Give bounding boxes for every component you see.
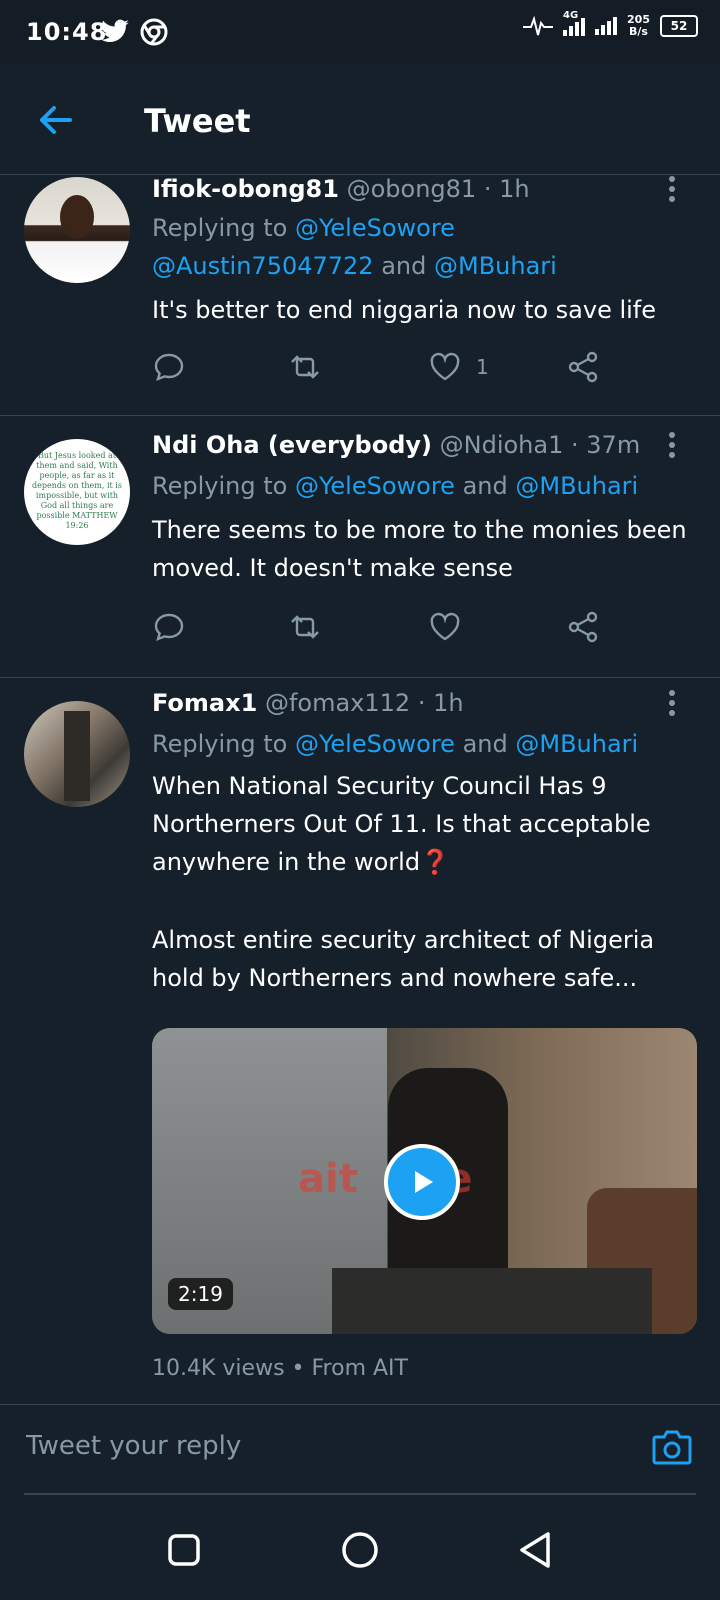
replying-to: Replying to @YeleSowore @Austin75047722 …: [152, 214, 557, 280]
author-name[interactable]: Fomax1: [152, 689, 257, 717]
mention-link[interactable]: @MBuhari: [515, 730, 638, 758]
reply-button[interactable]: [152, 347, 186, 387]
chrome-icon: [140, 18, 168, 46]
signal-icon: 4G: [563, 10, 586, 36]
activity-icon: [523, 15, 554, 36]
share-icon: [568, 611, 598, 643]
author-handle: @obong81: [346, 175, 477, 203]
tweet-text: It's better to end niggaria now to save …: [152, 296, 657, 324]
status-bar: 10:48 4G 205 B/s 52: [0, 0, 720, 64]
avatar[interactable]: [24, 701, 130, 807]
retweet-icon: [291, 615, 319, 639]
battery-icon: 52: [660, 15, 698, 37]
tweet-actions: [152, 607, 622, 647]
like-count: 1: [476, 355, 489, 379]
reply-bar: [0, 1404, 720, 1497]
mention-link[interactable]: @YeleSowore: [295, 472, 455, 500]
comment-icon: [154, 613, 184, 641]
video-views: 10.4K views • From AIT: [152, 1356, 408, 1381]
tweet-time: 1h: [433, 689, 464, 717]
top-bar: Tweet: [0, 64, 720, 175]
retweet-button[interactable]: [288, 347, 322, 387]
heart-icon: [430, 352, 460, 381]
tweet-text-2: Almost entire security architect of Nige…: [152, 926, 655, 992]
author-name[interactable]: Ndi Oha (everybody): [152, 431, 432, 459]
mention-link[interactable]: @YeleSowore: [295, 730, 455, 758]
heart-icon: [430, 612, 460, 641]
author-name[interactable]: Ifiok-obong81: [152, 175, 339, 203]
signal-icon-2: [595, 17, 618, 35]
author-handle: @fomax112: [264, 689, 411, 717]
author-handle: @Ndioha1: [439, 431, 564, 459]
retweet-button[interactable]: [288, 607, 322, 647]
video-player[interactable]: aitlive 2:19: [152, 1028, 697, 1334]
recents-square-icon[interactable]: [160, 1526, 208, 1574]
mention-link[interactable]: @Austin75047722: [152, 252, 374, 280]
mention-link[interactable]: @MBuhari: [515, 472, 638, 500]
status-time: 10:48: [26, 18, 108, 46]
mention-link[interactable]: @YeleSowore: [295, 214, 455, 242]
tweet-time: 1h: [499, 175, 530, 203]
net-speed: 205 B/s: [627, 13, 650, 38]
play-button[interactable]: [384, 1144, 460, 1220]
tweet-text: There seems to be more to the monies bee…: [152, 516, 687, 582]
video-duration: 2:19: [168, 1278, 233, 1310]
more-options-icon[interactable]: [662, 689, 682, 719]
like-button[interactable]: [428, 607, 476, 647]
comment-icon: [154, 353, 184, 381]
camera-icon[interactable]: [650, 1425, 694, 1469]
share-button[interactable]: [566, 347, 600, 387]
twitter-icon: [101, 19, 129, 42]
replying-to: Replying to @YeleSowore and @MBuhari: [152, 730, 639, 758]
tweet-time: 37m: [586, 431, 641, 459]
video-source: From AIT: [311, 1356, 408, 1381]
more-options-icon[interactable]: [662, 175, 682, 205]
avatar[interactable]: But Jesus looked at them and said, With …: [24, 439, 130, 545]
page-title: Tweet: [144, 102, 251, 140]
reply-button[interactable]: [152, 607, 186, 647]
share-icon: [568, 351, 598, 383]
avatar-quote-text: But Jesus looked at them and said, With …: [32, 451, 122, 530]
back-arrow-icon[interactable]: [36, 100, 76, 140]
tweet[interactable]: Ifiok-obong81 @obong81 · 1h Replying to …: [0, 175, 720, 416]
play-icon: [415, 1171, 433, 1193]
reply-input[interactable]: [24, 1417, 628, 1475]
replying-to: Replying to @YeleSowore and @MBuhari: [152, 472, 639, 500]
tweet-text: When National Security Council Has 9 Nor…: [152, 772, 651, 876]
home-circle-icon[interactable]: [336, 1526, 384, 1574]
tweet-actions: 1: [152, 347, 622, 387]
back-triangle-icon[interactable]: [512, 1526, 560, 1574]
more-options-icon[interactable]: [662, 431, 682, 461]
system-nav-bar: [0, 1500, 720, 1600]
avatar[interactable]: [24, 177, 130, 283]
network-type: 4G: [563, 10, 579, 21]
mention-link[interactable]: @MBuhari: [434, 252, 557, 280]
like-button[interactable]: 1: [428, 347, 489, 387]
tweet[interactable]: But Jesus looked at them and said, With …: [0, 415, 720, 678]
retweet-icon: [291, 355, 319, 379]
question-emoji: ❓: [420, 848, 450, 876]
share-button[interactable]: [566, 607, 600, 647]
